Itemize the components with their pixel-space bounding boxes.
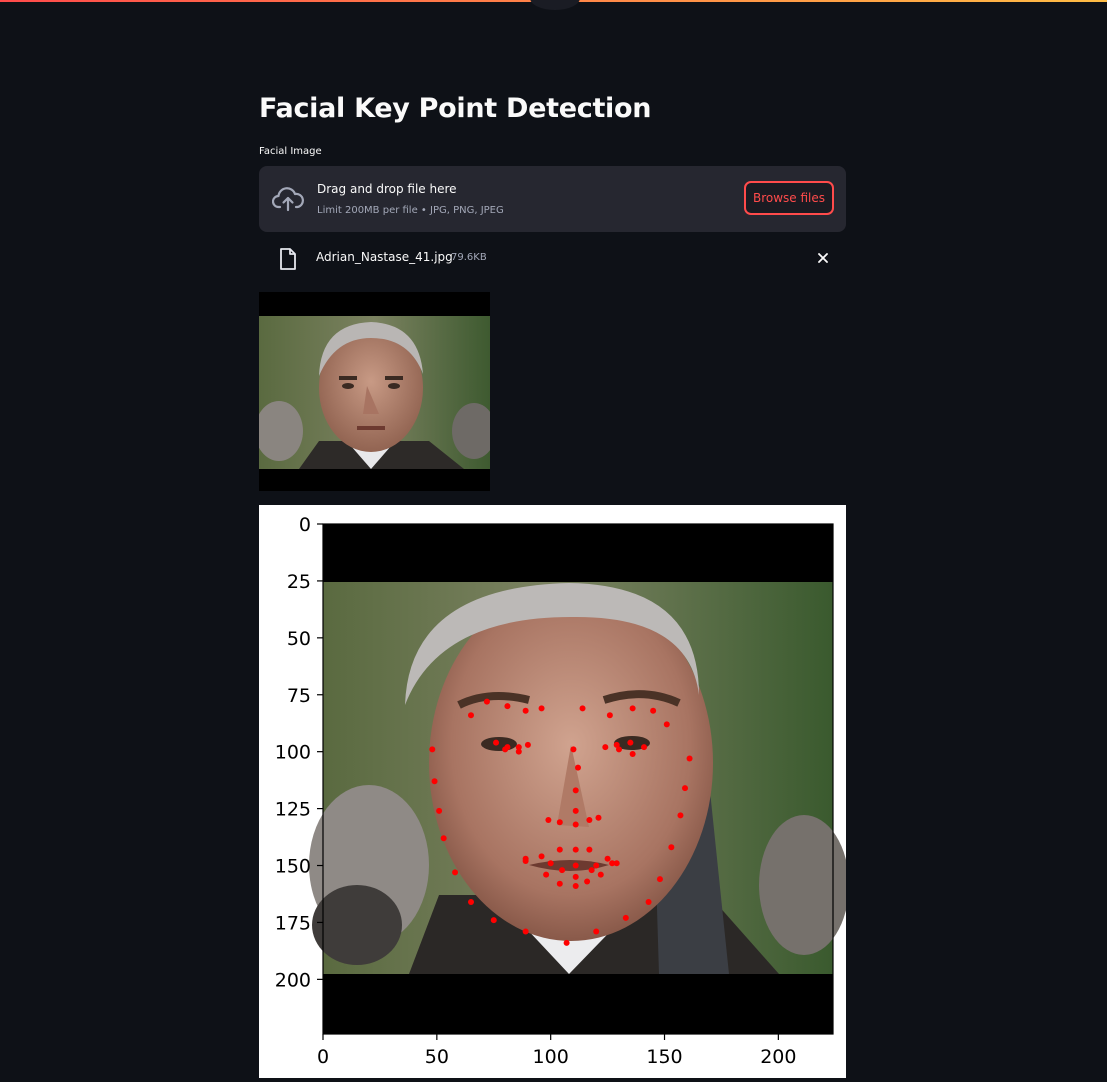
keypoint-marker — [572, 787, 579, 794]
cloud-upload-icon — [272, 187, 304, 212]
x-tick-label: 100 — [533, 1046, 569, 1068]
keypoint-marker — [615, 746, 622, 753]
keypoint-marker — [538, 853, 545, 860]
keypoint-marker — [597, 871, 604, 878]
keypoint-marker — [493, 739, 500, 746]
keypoint-marker — [429, 746, 436, 753]
keypoint-marker — [663, 721, 670, 728]
keypoint-plot: 0 25 50 75 100 125 150 175 200 0 50 100 150 200 — [259, 505, 849, 1078]
keypoint-marker — [572, 873, 579, 880]
uploaded-file-row: Adrian_Nastase_41.jpg 79.6KB — [259, 240, 846, 276]
keypoint-marker — [650, 707, 657, 714]
keypoint-marker — [452, 869, 459, 876]
browse-files-button[interactable]: Browse files — [744, 181, 834, 215]
keypoint-marker — [606, 712, 613, 719]
keypoint-marker — [547, 860, 554, 867]
y-tick-label: 175 — [275, 912, 311, 934]
y-tick-label: 50 — [287, 628, 311, 650]
page-title: Facial Key Point Detection — [259, 93, 652, 124]
keypoint-marker — [522, 707, 529, 714]
keypoint-marker — [604, 855, 611, 862]
dropzone-instructions: Drag and drop file here — [317, 182, 457, 196]
keypoint-marker — [645, 898, 652, 905]
keypoint-marker — [584, 878, 591, 885]
uploaded-image-preview — [259, 292, 490, 491]
close-icon[interactable] — [815, 250, 831, 266]
file-icon — [280, 248, 296, 270]
keypoint-marker — [504, 703, 511, 710]
keypoint-marker — [556, 819, 563, 826]
x-tick-label: 50 — [425, 1046, 449, 1068]
keypoint-marker — [641, 744, 648, 751]
keypoint-marker — [490, 917, 497, 924]
keypoint-marker — [467, 712, 474, 719]
keypoint-marker — [686, 755, 693, 762]
keypoint-marker — [515, 748, 522, 755]
x-tick-label: 200 — [760, 1046, 796, 1068]
y-tick-label: 75 — [287, 685, 311, 707]
keypoint-marker — [656, 876, 663, 883]
keypoint-marker — [627, 739, 634, 746]
keypoint-marker — [575, 764, 581, 771]
keypoint-marker — [524, 741, 531, 748]
keypoint-marker — [522, 857, 529, 864]
keypoint-marker — [504, 744, 511, 751]
plot-face-image — [309, 524, 849, 1034]
keypoint-marker — [556, 880, 563, 887]
keypoint-marker — [572, 846, 579, 853]
keypoint-marker — [586, 846, 593, 853]
keypoint-marker — [556, 846, 563, 853]
keypoint-marker — [572, 821, 579, 828]
keypoint-marker — [593, 862, 600, 869]
keypoint-marker — [682, 785, 689, 792]
keypoint-marker — [436, 807, 443, 814]
keypoint-marker — [622, 914, 629, 921]
dropzone-limit-text: Limit 200MB per file • JPG, PNG, JPEG — [317, 205, 504, 216]
keypoint-marker — [572, 862, 579, 869]
keypoint-marker — [595, 814, 602, 821]
keypoint-marker — [543, 871, 550, 878]
keypoint-marker — [538, 705, 545, 712]
keypoint-marker — [588, 867, 595, 874]
keypoint-marker — [609, 860, 616, 867]
keypoint-marker — [629, 705, 636, 712]
keypoint-marker — [483, 698, 490, 705]
x-tick-label: 150 — [646, 1046, 682, 1068]
y-tick-label: 25 — [287, 571, 311, 593]
keypoint-marker — [668, 844, 675, 851]
keypoint-marker — [586, 816, 593, 823]
keypoint-marker — [579, 705, 586, 712]
keypoint-plot-svg: 0 25 50 75 100 125 150 175 200 0 50 100 150 200 — [275, 514, 849, 1068]
keypoint-marker — [440, 835, 447, 842]
keypoint-marker — [572, 883, 579, 890]
uploaded-file-name: Adrian_Nastase_41.jpg — [316, 250, 453, 264]
keypoint-marker — [570, 746, 577, 753]
y-tick-label: 0 — [299, 514, 311, 536]
keypoint-marker — [467, 898, 474, 905]
keypoint-marker — [522, 928, 529, 935]
keypoint-marker — [629, 750, 636, 757]
x-tick-label: 0 — [317, 1046, 329, 1068]
keypoint-marker — [593, 928, 600, 935]
keypoint-marker — [677, 812, 684, 819]
uploaded-file-size: 79.6KB — [451, 252, 487, 263]
keypoint-marker — [572, 807, 579, 814]
face-photo — [259, 316, 490, 469]
y-tick-label: 125 — [275, 799, 311, 821]
y-tick-label: 100 — [275, 742, 311, 764]
keypoint-marker — [431, 778, 438, 785]
keypoint-marker — [545, 816, 552, 823]
keypoint-marker — [559, 867, 566, 874]
y-tick-label: 200 — [275, 969, 311, 991]
file-dropzone[interactable]: Drag and drop file here Limit 200MB per … — [259, 166, 846, 232]
uploader-label: Facial Image — [259, 146, 322, 157]
header-toolbar — [530, 0, 580, 10]
keypoint-marker — [602, 744, 609, 751]
y-tick-label: 150 — [275, 856, 311, 878]
keypoint-marker — [563, 939, 570, 946]
